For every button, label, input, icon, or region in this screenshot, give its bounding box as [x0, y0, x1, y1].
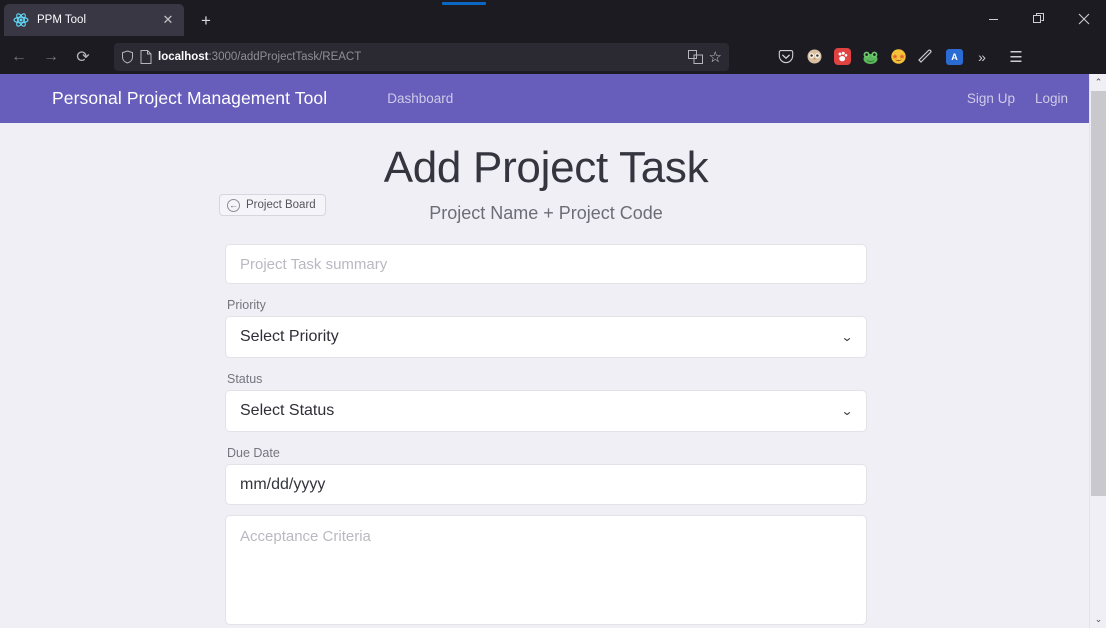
status-select[interactable]: Select Status ⌄ [225, 390, 867, 433]
due-date-input[interactable]: mm/dd/yyyy [225, 464, 867, 506]
nav-item-sign-up[interactable]: Sign Up [967, 91, 1015, 106]
pocket-icon[interactable] [773, 44, 799, 70]
shield-icon[interactable] [121, 49, 134, 64]
app-menu-icon[interactable]: ☰ [1003, 44, 1029, 70]
minimize-window-button[interactable] [971, 0, 1016, 38]
extensions-overflow-icon[interactable]: » [969, 44, 995, 70]
translate-page-icon[interactable] [687, 49, 703, 64]
scroll-down-icon[interactable]: ⌄ [1090, 611, 1106, 628]
chevron-down-icon: ⌄ [840, 330, 854, 345]
navbar-right: Sign Up Login [967, 91, 1088, 106]
priority-label: Priority [227, 298, 266, 313]
nav-item-login[interactable]: Login [1035, 91, 1068, 106]
browser-toolbar: ← → ⟳ localhost:3000/addProjectTask/REAC… [0, 38, 1106, 75]
due-date-field: Due Date mm/dd/yyyy [225, 446, 867, 506]
tab-title: PPM Tool [37, 14, 87, 26]
task-summary-input[interactable]: Project Task summary [225, 244, 867, 285]
reload-icon[interactable]: ⟳ [68, 43, 98, 71]
translate-glyph: A [945, 48, 963, 65]
close-tab-icon[interactable]: ✕ [158, 10, 178, 30]
pen-extension-icon[interactable] [913, 44, 939, 70]
status-field: Status Select Status ⌄ [225, 372, 867, 433]
project-board-back-label: Project Board [246, 199, 316, 211]
due-date-label: Due Date [227, 446, 280, 461]
scrollbar-thumb[interactable] [1091, 91, 1106, 496]
priority-select[interactable]: Select Priority ⌄ [225, 316, 867, 359]
back-icon[interactable]: ← [4, 43, 34, 71]
translate-extension-icon[interactable]: A [941, 44, 967, 70]
status-label: Status [227, 372, 263, 387]
priority-field: Priority Select Priority ⌄ [225, 298, 867, 359]
acceptance-criteria-textarea[interactable]: Acceptance Criteria [225, 515, 867, 626]
new-tab-button[interactable]: + [192, 7, 220, 35]
status-selected-value: Select Status [240, 402, 335, 420]
tab-strip: PPM Tool ✕ + [0, 0, 1106, 38]
close-window-button[interactable] [1061, 0, 1106, 38]
chevron-down-icon: ⌄ [840, 404, 854, 419]
address-bar[interactable]: localhost:3000/addProjectTask/REACT ☆ [114, 42, 729, 71]
forward-icon[interactable]: → [36, 43, 66, 71]
star-struck-extension-icon[interactable] [885, 44, 911, 70]
page-content: ← Project Board Add Project Task Project… [0, 123, 1092, 626]
site-navbar: Personal Project Management Tool Dashboa… [0, 74, 1106, 123]
browser-tab-ppm-tool[interactable]: PPM Tool ✕ [4, 4, 184, 36]
window-controls [971, 0, 1106, 38]
navbar-brand[interactable]: Personal Project Management Tool [52, 88, 327, 109]
page-viewport: Personal Project Management Tool Dashboa… [0, 74, 1106, 628]
project-board-back-button[interactable]: ← Project Board [219, 194, 326, 216]
browser-window: PPM Tool ✕ + ← → ⟳ localhost:3000/addPro… [0, 0, 1106, 628]
restore-window-button[interactable] [1016, 0, 1061, 38]
extensions-bar: A » ☰ [773, 44, 1029, 70]
url-path: :3000/addProjectTask/REACT [208, 50, 362, 63]
bookmark-star-icon[interactable]: ☆ [709, 48, 722, 66]
url-text[interactable]: localhost:3000/addProjectTask/REACT [158, 51, 682, 63]
page-scrollbar[interactable]: ⌃ ⌄ [1089, 74, 1106, 628]
owl-extension-icon[interactable] [801, 44, 827, 70]
circle-left-arrow-icon: ← [227, 198, 240, 212]
react-logo-icon [13, 12, 29, 28]
browser-chrome: PPM Tool ✕ + ← → ⟳ localhost:3000/addPro… [0, 0, 1106, 75]
scroll-up-icon[interactable]: ⌃ [1090, 74, 1106, 91]
page-info-icon[interactable] [140, 49, 152, 64]
red-paw-extension-icon[interactable] [829, 44, 855, 70]
nav-item-dashboard[interactable]: Dashboard [387, 91, 453, 106]
frog-extension-icon[interactable] [857, 44, 883, 70]
url-host: localhost [158, 50, 209, 63]
page-title: Add Project Task [383, 143, 709, 192]
priority-selected-value: Select Priority [240, 328, 339, 346]
